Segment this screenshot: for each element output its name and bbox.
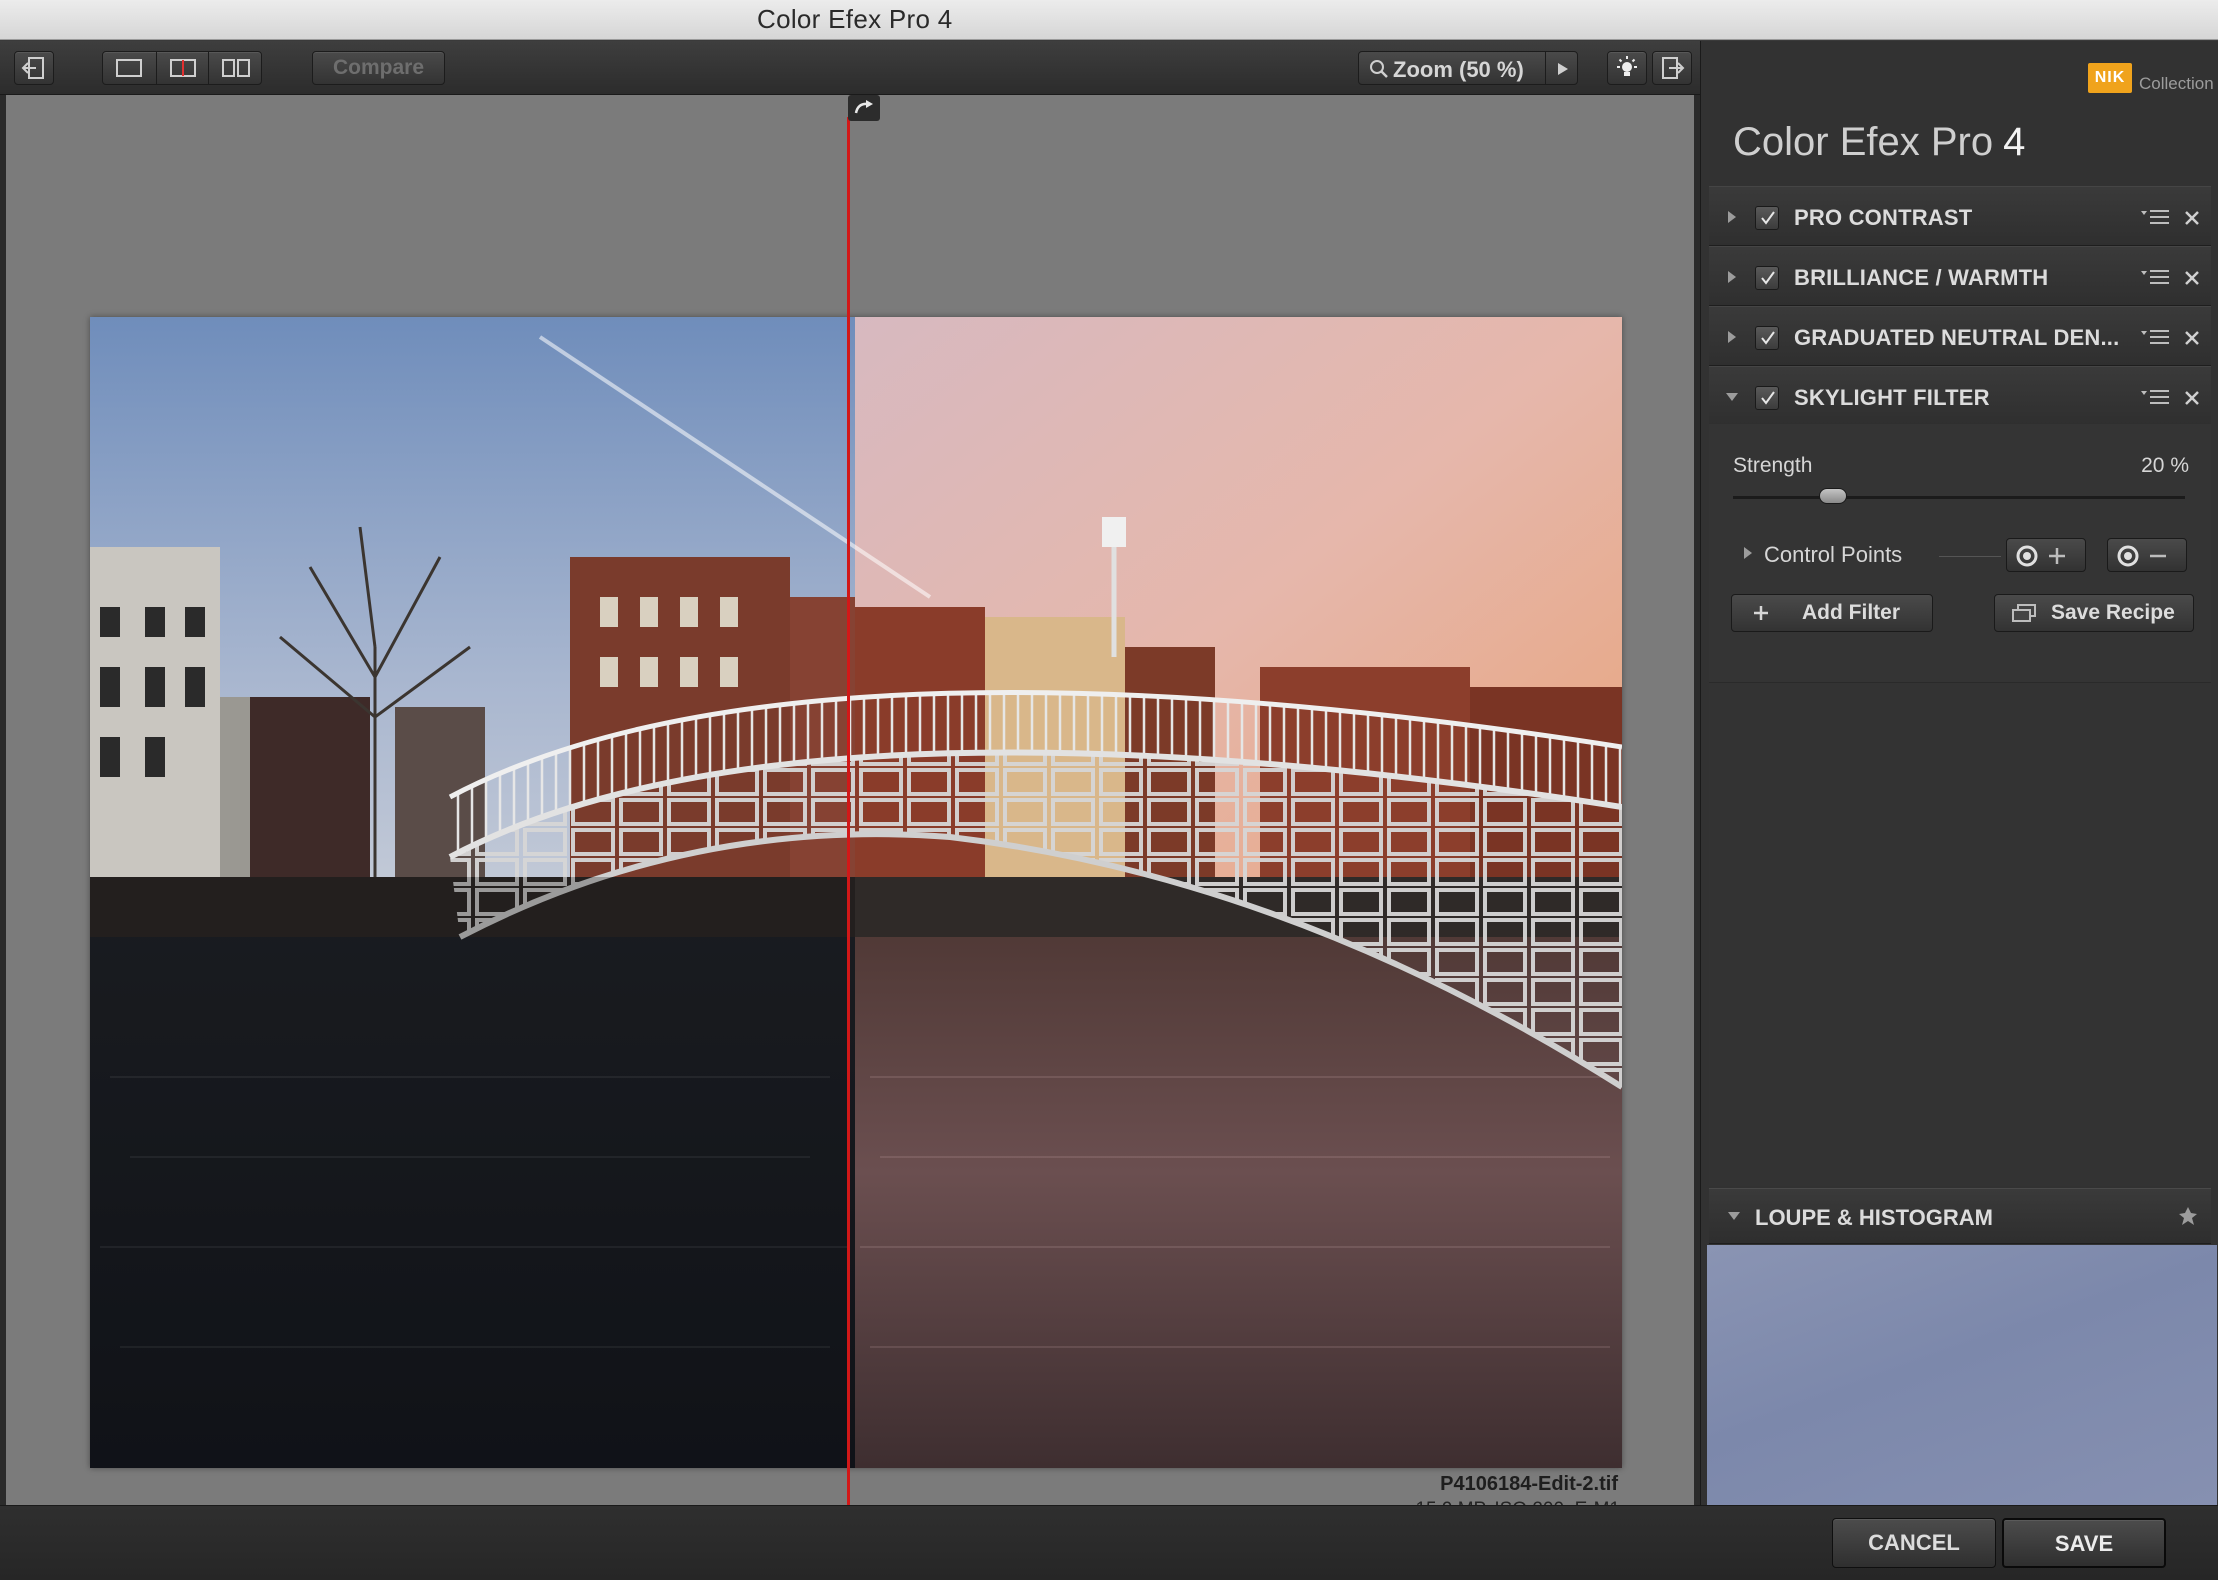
top-toolbar: Compare Zoom (50 %): [0, 41, 1700, 95]
split-divider-line[interactable]: [847, 117, 850, 1505]
save-recipe-button[interactable]: Save Recipe: [1994, 594, 2194, 632]
loupe-histogram-header[interactable]: LOUPE & HISTOGRAM: [1709, 1188, 2211, 1244]
panel-title-version: 4: [2003, 120, 2026, 164]
checkmark-icon: [1761, 271, 1775, 285]
expand-triangle-icon[interactable]: [1727, 330, 1737, 344]
file-name: P4106184-Edit-2.tif: [1440, 1473, 1618, 1495]
filter-menu-icon[interactable]: [2141, 269, 2171, 285]
split-view-button[interactable]: [156, 52, 209, 84]
light-bulb-icon: [1617, 56, 1637, 76]
back-icon: [21, 57, 44, 79]
control-points-rule: [1939, 556, 2001, 557]
collapse-triangle-icon[interactable]: [1727, 1211, 1741, 1221]
single-view-button[interactable]: [103, 52, 156, 84]
cancel-button[interactable]: CANCEL: [1832, 1518, 1996, 1568]
expand-triangle-icon[interactable]: [1743, 546, 1753, 560]
filter-enable-checkbox[interactable]: [1755, 386, 1779, 410]
strength-label: Strength: [1733, 454, 1813, 477]
checkmark-icon: [1761, 391, 1775, 405]
save-recipe-label: Save Recipe: [2051, 601, 2175, 624]
side-by-side-view-icon: [222, 59, 250, 77]
filter-row-brilliance-warmth[interactable]: BRILLIANCE / WARMTH: [1709, 246, 2211, 306]
strength-value: 20 %: [2141, 454, 2189, 477]
single-view-icon: [116, 59, 142, 77]
filter-name: SKYLIGHT FILTER: [1794, 385, 1990, 410]
add-control-point-button[interactable]: [2006, 538, 2086, 572]
filter-name: PRO CONTRAST: [1794, 205, 1973, 230]
loupe-histogram-label: LOUPE & HISTOGRAM: [1755, 1205, 1993, 1230]
pin-icon[interactable]: [2178, 1206, 2198, 1226]
filter-menu-icon[interactable]: [2141, 209, 2171, 225]
filter-remove-icon[interactable]: [2184, 390, 2200, 406]
control-points-label: Control Points: [1764, 542, 1903, 567]
preview-area: P4106184-Edit-2.tif 15.9 MP, ISO 200, E-…: [0, 95, 1700, 1520]
filter-name: BRILLIANCE / WARMTH: [1794, 265, 2049, 290]
preview-image[interactable]: [90, 317, 1622, 1468]
filter-name: GRADUATED NEUTRAL DEN...: [1794, 325, 2120, 350]
panel-title-name: Color Efex Pro: [1733, 120, 1994, 164]
filter-menu-icon[interactable]: [2141, 389, 2171, 405]
collapse-triangle-icon[interactable]: [1725, 392, 1739, 402]
compare-button[interactable]: Compare: [312, 51, 445, 85]
zoom-separator: [1545, 52, 1546, 84]
remove-control-point-button[interactable]: [2107, 538, 2187, 572]
background-light-button[interactable]: [1607, 51, 1647, 85]
filter-menu-icon[interactable]: [2141, 329, 2171, 345]
back-button[interactable]: [14, 51, 54, 85]
title-bar: Color Efex Pro 4: [0, 0, 2218, 40]
filter-enable-checkbox[interactable]: [1755, 326, 1779, 350]
magnifier-icon: [1370, 60, 1388, 78]
filter-remove-icon[interactable]: [2184, 330, 2200, 346]
swap-arrow-icon: [854, 100, 873, 114]
expand-triangle-icon[interactable]: [1727, 270, 1737, 284]
control-point-plus-icon: [2016, 545, 2065, 567]
nik-logo: NIK: [2088, 63, 2132, 93]
control-point-minus-icon: [2117, 545, 2166, 567]
filter-enable-checkbox[interactable]: [1755, 206, 1779, 230]
strength-slider-track[interactable]: [1733, 496, 2185, 499]
filter-remove-icon[interactable]: [2184, 210, 2200, 226]
filter-stack-empty-area: [1709, 682, 2211, 1186]
bottom-bar: CANCEL SAVE: [0, 1505, 2218, 1580]
filter-panel: NIK Collection Color Efex Pro 4 PRO CONTR…: [1700, 41, 2218, 1505]
split-swap-handle[interactable]: [848, 95, 880, 121]
nik-collection-label: Collection: [2139, 74, 2214, 93]
zoom-label: Zoom (50 %): [1393, 57, 1524, 82]
recipe-icon: [2012, 604, 2036, 622]
checkmark-icon: [1761, 211, 1775, 225]
filter-enable-checkbox[interactable]: [1755, 266, 1779, 290]
exit-icon: [1662, 57, 1685, 79]
filter-row-skylight-filter[interactable]: SKYLIGHT FILTER: [1709, 366, 2211, 426]
split-view-icon: [170, 59, 196, 77]
filter-row-graduated-neutral-density[interactable]: GRADUATED NEUTRAL DEN...: [1709, 306, 2211, 366]
save-button[interactable]: SAVE: [2002, 1518, 2166, 1568]
add-filter-label: Add Filter: [1802, 601, 1900, 624]
window-title: Color Efex Pro 4: [757, 4, 953, 34]
strength-slider-thumb[interactable]: [1819, 488, 1848, 504]
panel-title: Color Efex Pro 4: [1733, 120, 2025, 165]
plus-icon: [1754, 606, 1768, 620]
play-arrow-icon[interactable]: [1557, 62, 1569, 76]
expand-triangle-icon[interactable]: [1727, 210, 1737, 224]
side-by-side-view-button[interactable]: [209, 52, 262, 84]
view-mode-group: [102, 51, 262, 85]
checkmark-icon: [1761, 331, 1775, 345]
loupe-preview: [1707, 1245, 2217, 1505]
exit-button[interactable]: [1652, 51, 1692, 85]
add-filter-button[interactable]: Add Filter: [1731, 594, 1933, 632]
filter-row-pro-contrast[interactable]: PRO CONTRAST: [1709, 186, 2211, 246]
filter-remove-icon[interactable]: [2184, 270, 2200, 286]
skylight-filter-controls: Strength 20 % Control Points Add Filter: [1709, 424, 2211, 682]
zoom-control[interactable]: Zoom (50 %): [1358, 51, 1578, 85]
